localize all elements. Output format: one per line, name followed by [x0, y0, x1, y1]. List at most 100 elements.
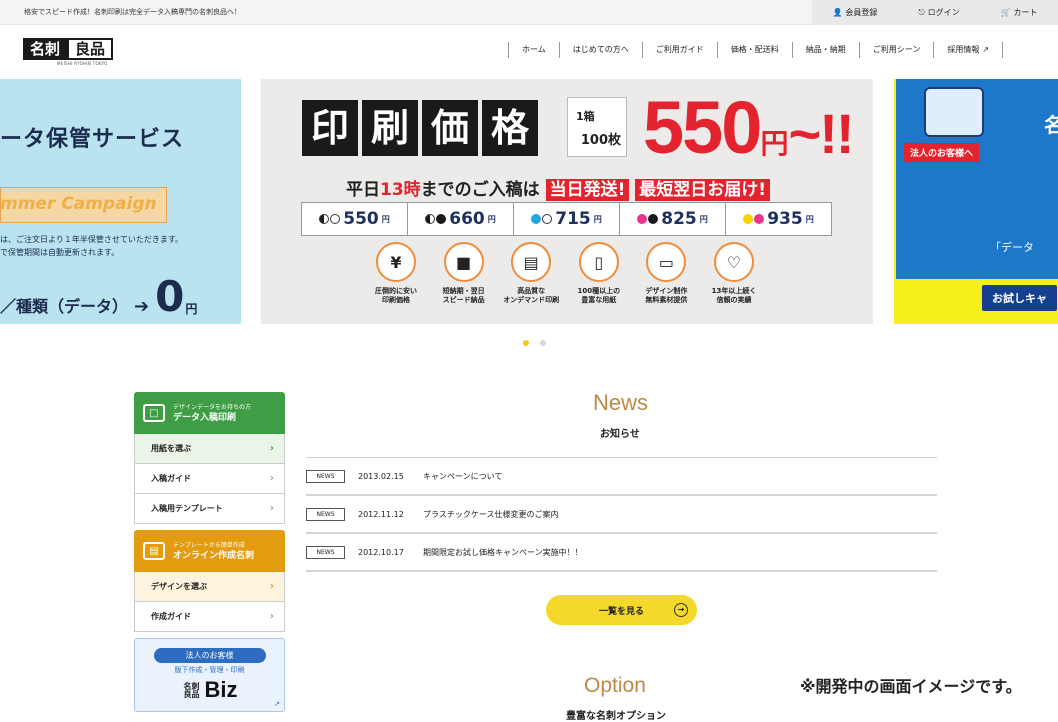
card-icon: ▭ [646, 242, 687, 282]
news-date: 2012.10.17 [358, 547, 404, 557]
trial-banner: お試しキャ [982, 285, 1057, 311]
slide-print-price[interactable]: 印 刷 価 格 1箱 100枚 550円~!! 平日13時までのご入稿は 当日発… [261, 79, 873, 324]
heart-icon: ♡ [713, 242, 754, 282]
slide-data-storage[interactable]: ータ保管サービス mmer Campaign は、ご注文日より１年半保管させてい… [0, 79, 241, 324]
arrow-right-icon: → [674, 603, 688, 617]
logo-mark-2: 良品 [67, 38, 113, 60]
news-more-button[interactable]: 一覧を見る → [546, 595, 697, 625]
color-dots-icon [319, 214, 341, 224]
top-bar: 格安でスピード作成！名刺印刷は完全データ入稿専門の名刺良品へ！ 👤 会員登録 ⎋… [0, 0, 1058, 25]
feature-item: ♡ 13年以上続く 信頼の実績 [703, 242, 765, 305]
login-icon: ⎋ [918, 7, 925, 17]
news-text: キャンペーンについて [423, 471, 503, 481]
folder-icon: □ [143, 404, 165, 422]
chevron-right-icon: › [269, 581, 274, 592]
slider-dot[interactable] [540, 340, 546, 346]
sidebar: □ デザインデータをお持ちの方 データ入稿印刷 用紙を選ぶ › 入稿ガイド › 入稿用… [134, 392, 285, 712]
news-row[interactable]: NEWS 2013.02.15 キャンペーンについて [306, 458, 937, 496]
external-link-icon: ↗ [274, 700, 280, 708]
slide-left-note-1: は、ご注文日より１年半保管させていただきます。 [0, 235, 184, 244]
chevron-right-icon: › [269, 503, 274, 514]
member-register-link[interactable]: 👤 会員登録 [832, 7, 877, 18]
slider-dot[interactable] [523, 340, 529, 346]
global-nav: ホーム はじめての方へ ご利用ガイド 価格・配送料 納品・納期 ご利用シーン 採… [508, 42, 1004, 58]
nav-price[interactable]: 価格・配送料 [718, 42, 793, 58]
news-row[interactable]: NEWS 2012.10.17 期間限定お試し価格キャンペーン実施中！！ [306, 534, 937, 572]
news-subtitle: お知らせ [600, 429, 640, 440]
price-cell: 660 円 [408, 203, 514, 235]
laptop-icon: ▤ [143, 542, 165, 560]
feature-item: ■ 短納期・翌日 スピード納品 [433, 242, 495, 305]
sidebar-item-paper[interactable]: 用紙を選ぶ › [134, 434, 285, 464]
price-table: 550 円 660 円 715 円 825 円 935 円 [301, 202, 832, 236]
slide-left-bottom: ／種類（データ） ➔ 0 円 [0, 272, 198, 321]
biz-banner[interactable]: 法人のお客様 版下作成・管理・印刷 名刺良品 Biz ↗ [134, 638, 285, 712]
paper-icon: ▯ [578, 242, 619, 282]
color-dots-icon [531, 214, 553, 224]
news-list: NEWS 2013.02.15 キャンペーンについて NEWS 2012.11.… [306, 457, 937, 572]
nav-home[interactable]: ホーム [509, 42, 560, 58]
top-message: 格安でスピード作成！名刺印刷は完全データ入稿専門の名刺良品へ！ [24, 8, 241, 16]
slide-corporate[interactable]: 法人のお客様へ 名 「データ お試しキャ [894, 79, 1058, 324]
feature-item: ¥ 圧倒的に安い 印刷価格 [365, 242, 427, 305]
news-date: 2013.02.15 [358, 471, 404, 481]
chevron-right-icon: › [269, 611, 274, 622]
news-title: News [593, 390, 649, 415]
feature-item: ▯ 100種以上の 豊富な用紙 [568, 242, 630, 305]
nav-scenes[interactable]: ご利用シーン [860, 42, 935, 58]
logo-mark-1: 名刺 [23, 38, 67, 60]
truck-icon: ■ [443, 242, 484, 282]
news-tag: NEWS [306, 469, 345, 483]
feature-list: ¥ 圧倒的に安い 印刷価格 ■ 短納期・翌日 スピード納品 ▤ 高品質な オンデマンド印刷 … [365, 242, 765, 305]
corporate-badge: 法人のお客様へ [904, 143, 980, 162]
price-headline: 印 刷 価 格 [302, 100, 538, 156]
sidebar-head-online-create[interactable]: ▤ テンプレートから簡単作成 オンライン作成名刺 [134, 530, 285, 572]
sidebar-item-create-guide[interactable]: 作成ガイド › [134, 602, 285, 632]
nav-recruit[interactable]: 採用情報 ↗ [934, 42, 1004, 58]
sidebar-item-upload-guide[interactable]: 入稿ガイド › [134, 464, 285, 494]
price-cell: 550 円 [302, 203, 408, 235]
sidebar-item-template[interactable]: 入稿用テンプレート › [134, 494, 285, 524]
news-tag: NEWS [306, 507, 345, 521]
price-cell: 935 円 [726, 203, 831, 235]
news-tag: NEWS [306, 545, 345, 559]
price-cell: 715 円 [514, 203, 620, 235]
headline-price: 550円~!! [643, 86, 854, 169]
slide-left-title: ータ保管サービス [0, 127, 185, 152]
nav-guide[interactable]: ご利用ガイド [643, 42, 718, 58]
person-icon: 👤 [832, 8, 843, 17]
delivery-line: 平日13時までのご入稿は 当日発送! 最短翌日お届け! [346, 175, 771, 201]
login-link[interactable]: ⎋ ログイン [918, 7, 959, 18]
news-text: プラスチックケース仕様変更のご案内 [423, 509, 559, 519]
slide-left-campaign: mmer Campaign [0, 194, 157, 214]
news-date: 2012.11.12 [358, 509, 404, 519]
logo-subtext: MEISHI RYOHIN TOKYO [57, 61, 108, 66]
sidebar-head-data-upload[interactable]: □ デザインデータをお持ちの方 データ入稿印刷 [134, 392, 285, 434]
printer-icon: ▤ [511, 242, 552, 282]
person-illustration [924, 87, 984, 137]
price-cell: 825 円 [620, 203, 726, 235]
feature-item: ▤ 高品質な オンデマンド印刷 [500, 242, 562, 305]
option-title: Option [584, 674, 646, 697]
sidebar-item-design[interactable]: デザインを選ぶ › [134, 572, 285, 602]
color-dots-icon [743, 214, 765, 224]
dev-note: ※開発中の画面イメージです。 [800, 677, 1022, 696]
user-bar: 👤 会員登録 ⎋ ログイン 🛒 カート [812, 0, 1058, 25]
nav-delivery[interactable]: 納品・納期 [793, 42, 860, 58]
nav-beginners[interactable]: はじめての方へ [560, 42, 643, 58]
yen-icon: ¥ [376, 242, 416, 282]
external-link-icon: ↗ [982, 45, 990, 54]
chevron-right-icon: › [269, 473, 274, 484]
slider-pagination [523, 340, 546, 346]
news-text: 期間限定お試し価格キャンペーン実施中！！ [423, 547, 583, 557]
arrow-right-icon: ➔ [134, 296, 150, 317]
news-row[interactable]: NEWS 2012.11.12 プラスチックケース仕様変更のご案内 [306, 496, 937, 534]
slide-left-price: 0 [155, 272, 185, 321]
cart-link[interactable]: 🛒 カート [1001, 7, 1038, 18]
quantity-box: 1箱 100枚 [567, 97, 627, 157]
site-logo[interactable]: 名刺 良品 MEISHI RYOHIN TOKYO [23, 38, 113, 68]
color-dots-icon [425, 214, 447, 224]
cart-icon: 🛒 [1000, 8, 1011, 17]
feature-item: ▭ デザイン制作 無料素材提供 [635, 242, 697, 305]
color-dots-icon [637, 214, 659, 224]
